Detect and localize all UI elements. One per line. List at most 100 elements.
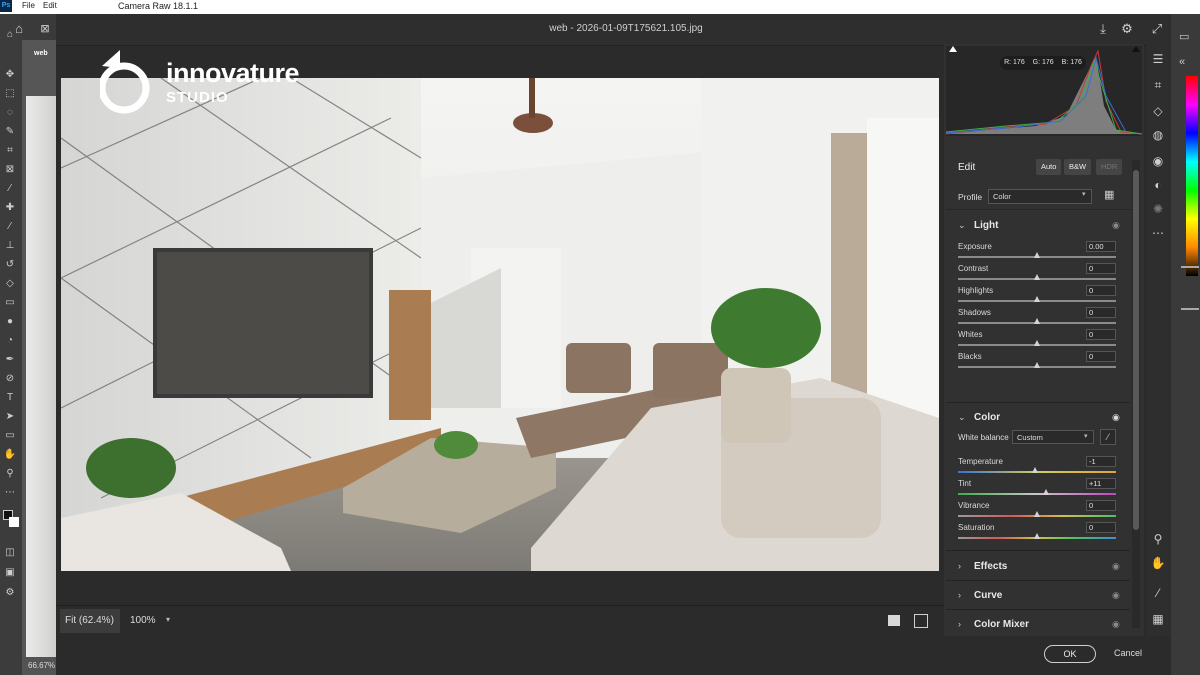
menu-edit[interactable]: Edit [43, 1, 57, 10]
profile-browser-icon[interactable]: ▦ [1104, 188, 1114, 201]
effects-section-header[interactable]: › Effects ◉ [946, 555, 1130, 579]
path-select-icon[interactable]: ➤ [3, 410, 17, 424]
frame-tool-icon[interactable]: ⊠ [3, 163, 17, 177]
slider-saturation[interactable]: Saturation 0 [946, 522, 1130, 544]
slider-value-input[interactable]: 0 [1086, 263, 1116, 274]
slider-thumb[interactable] [1034, 511, 1040, 517]
bw-button[interactable]: B&W [1064, 159, 1092, 175]
photo-preview[interactable] [61, 78, 939, 571]
slider-value-input[interactable]: 0 [1086, 285, 1116, 296]
scrollbar-thumb[interactable] [1133, 170, 1139, 530]
light-section-header[interactable]: ⌄ Light ◉ [946, 214, 1130, 238]
view-mode-icon[interactable] [888, 615, 900, 626]
slider-track[interactable] [958, 493, 1116, 495]
move-tool-icon[interactable]: ✥ [3, 68, 17, 82]
slider-thumb[interactable] [1034, 340, 1040, 346]
slider-value-input[interactable]: 0 [1086, 329, 1116, 340]
more-options-icon[interactable]: ⋯ [1149, 224, 1167, 242]
slider-temperature[interactable]: Temperature -1 [946, 456, 1130, 478]
dodge-tool-icon[interactable]: ◔ [3, 334, 17, 348]
eraser-tool-icon[interactable]: ◇ [3, 277, 17, 291]
eye-icon[interactable]: ◉ [1112, 220, 1120, 231]
hdr-button[interactable]: HDR [1096, 159, 1123, 175]
shadow-clipping-icon[interactable] [949, 46, 957, 52]
before-after-icon[interactable] [914, 614, 928, 628]
grid-icon[interactable]: ▦ [1149, 610, 1167, 628]
curve-section-header[interactable]: › Curve ◉ [946, 584, 1130, 608]
slider-thumb[interactable] [1034, 274, 1040, 280]
save-icon[interactable]: ⤓ [1094, 20, 1112, 38]
slider-value-input[interactable]: 0 [1086, 500, 1116, 511]
marquee-tool-icon[interactable]: ⬚ [3, 87, 17, 101]
stamp-tool-icon[interactable]: ⊥ [3, 239, 17, 253]
slider-blacks[interactable]: Blacks 0 [946, 351, 1130, 373]
shape-tool-icon[interactable]: ▭ [3, 429, 17, 443]
hand-tool-icon[interactable]: ✋ [3, 448, 17, 462]
screen-mode-icon[interactable]: ▣ [3, 566, 17, 580]
slider-thumb[interactable] [1034, 533, 1040, 539]
eye-icon[interactable]: ◉ [1112, 590, 1120, 601]
blur-tool-icon[interactable]: ● [3, 315, 17, 329]
panel-toggle-icon[interactable]: ▭ [1179, 30, 1189, 43]
slider-contrast[interactable]: Contrast 0 [946, 263, 1130, 285]
eyedropper-icon[interactable]: ⁄ [3, 182, 17, 196]
white-balance-select[interactable]: Custom [1012, 430, 1094, 444]
share-icon[interactable]: ⚙ [3, 586, 17, 600]
slider-thumb[interactable] [1034, 362, 1040, 368]
panel-scrollbar[interactable] [1132, 160, 1140, 628]
slider-thumb[interactable] [1042, 489, 1049, 495]
cancel-button[interactable]: Cancel [1114, 648, 1142, 658]
chevron-down-icon[interactable]: ▾ [1082, 190, 1086, 198]
history-brush-icon[interactable]: ↺ [3, 258, 17, 272]
slider-value-input[interactable]: -1 [1086, 456, 1116, 467]
healing-brush-icon[interactable]: ✚ [3, 201, 17, 215]
eye-icon[interactable]: ◉ [1112, 619, 1120, 630]
slider-shadows[interactable]: Shadows 0 [946, 307, 1130, 329]
slider-thumb[interactable] [1034, 252, 1040, 258]
background-color-swatch[interactable] [9, 517, 19, 527]
slider-thumb[interactable] [1034, 318, 1040, 324]
zoom-tool-icon[interactable]: ⚲ [3, 467, 17, 481]
zoom-dropdown-icon[interactable]: ▾ [166, 615, 170, 624]
brush-tool-icon[interactable]: ⁄ [3, 220, 17, 234]
lasso-tool-icon[interactable]: ◌ [3, 106, 17, 120]
gradient-tool-icon[interactable]: ▭ [3, 296, 17, 310]
pen-tool-icon[interactable]: ✒ [3, 353, 17, 367]
quick-select-icon[interactable]: ✎ [3, 125, 17, 139]
fullscreen-icon[interactable]: ⤢ [1148, 20, 1166, 38]
ok-button[interactable]: OK [1044, 645, 1096, 663]
chevron-down-icon[interactable]: ▾ [1084, 432, 1088, 440]
profile-select[interactable]: Color [988, 189, 1092, 204]
zoom-fit-button[interactable]: Fit (62.4%) [60, 609, 120, 633]
more-tools-icon[interactable]: ⋯ [3, 486, 17, 500]
home-icon-header[interactable]: ⌂ [10, 20, 28, 38]
zoom-icon[interactable]: ⚲ [1149, 530, 1167, 548]
slider-value-input[interactable]: 0.00 [1086, 241, 1116, 252]
slider-value-input[interactable]: 0 [1086, 522, 1116, 533]
doc-tab[interactable]: web [34, 50, 48, 57]
pen-tool-icon-2[interactable]: ⊘ [3, 372, 17, 386]
auto-button[interactable]: Auto [1036, 159, 1062, 175]
slider-value-input[interactable]: 0 [1086, 351, 1116, 362]
crop-tool-icon[interactable]: ⌗ [3, 144, 17, 158]
crop-icon[interactable]: ⌗ [1149, 76, 1167, 94]
slider-exposure[interactable]: Exposure 0.00 [946, 241, 1130, 263]
menu-file[interactable]: File [22, 1, 35, 10]
highlight-clipping-icon[interactable] [1132, 46, 1140, 52]
quick-mask-icon[interactable]: ◫ [3, 546, 17, 560]
eye-icon[interactable]: ◉ [1112, 561, 1120, 572]
filmstrip-icon[interactable]: ⊠ [36, 20, 54, 38]
slider-value-input[interactable]: +11 [1086, 478, 1116, 489]
zoom-100-button[interactable]: 100% [130, 615, 156, 626]
ai-icon[interactable]: ✺ [1149, 200, 1167, 218]
eyedropper-icon[interactable]: ⁄ [1100, 429, 1116, 445]
gear-icon[interactable]: ⚙ [1118, 20, 1136, 38]
slider-whites[interactable]: Whites 0 [946, 329, 1130, 351]
edit-sliders-icon[interactable]: ☰ [1149, 50, 1167, 68]
masking-icon[interactable]: ◍ [1149, 126, 1167, 144]
eye-icon[interactable]: ◉ [1112, 412, 1120, 423]
color-mixer-section-header[interactable]: › Color Mixer ◉ [946, 613, 1130, 637]
slider-thumb[interactable] [1034, 296, 1040, 302]
hand-icon[interactable]: ✋ [1149, 554, 1167, 572]
color-section-header[interactable]: ⌄ Color ◉ [946, 406, 1130, 430]
